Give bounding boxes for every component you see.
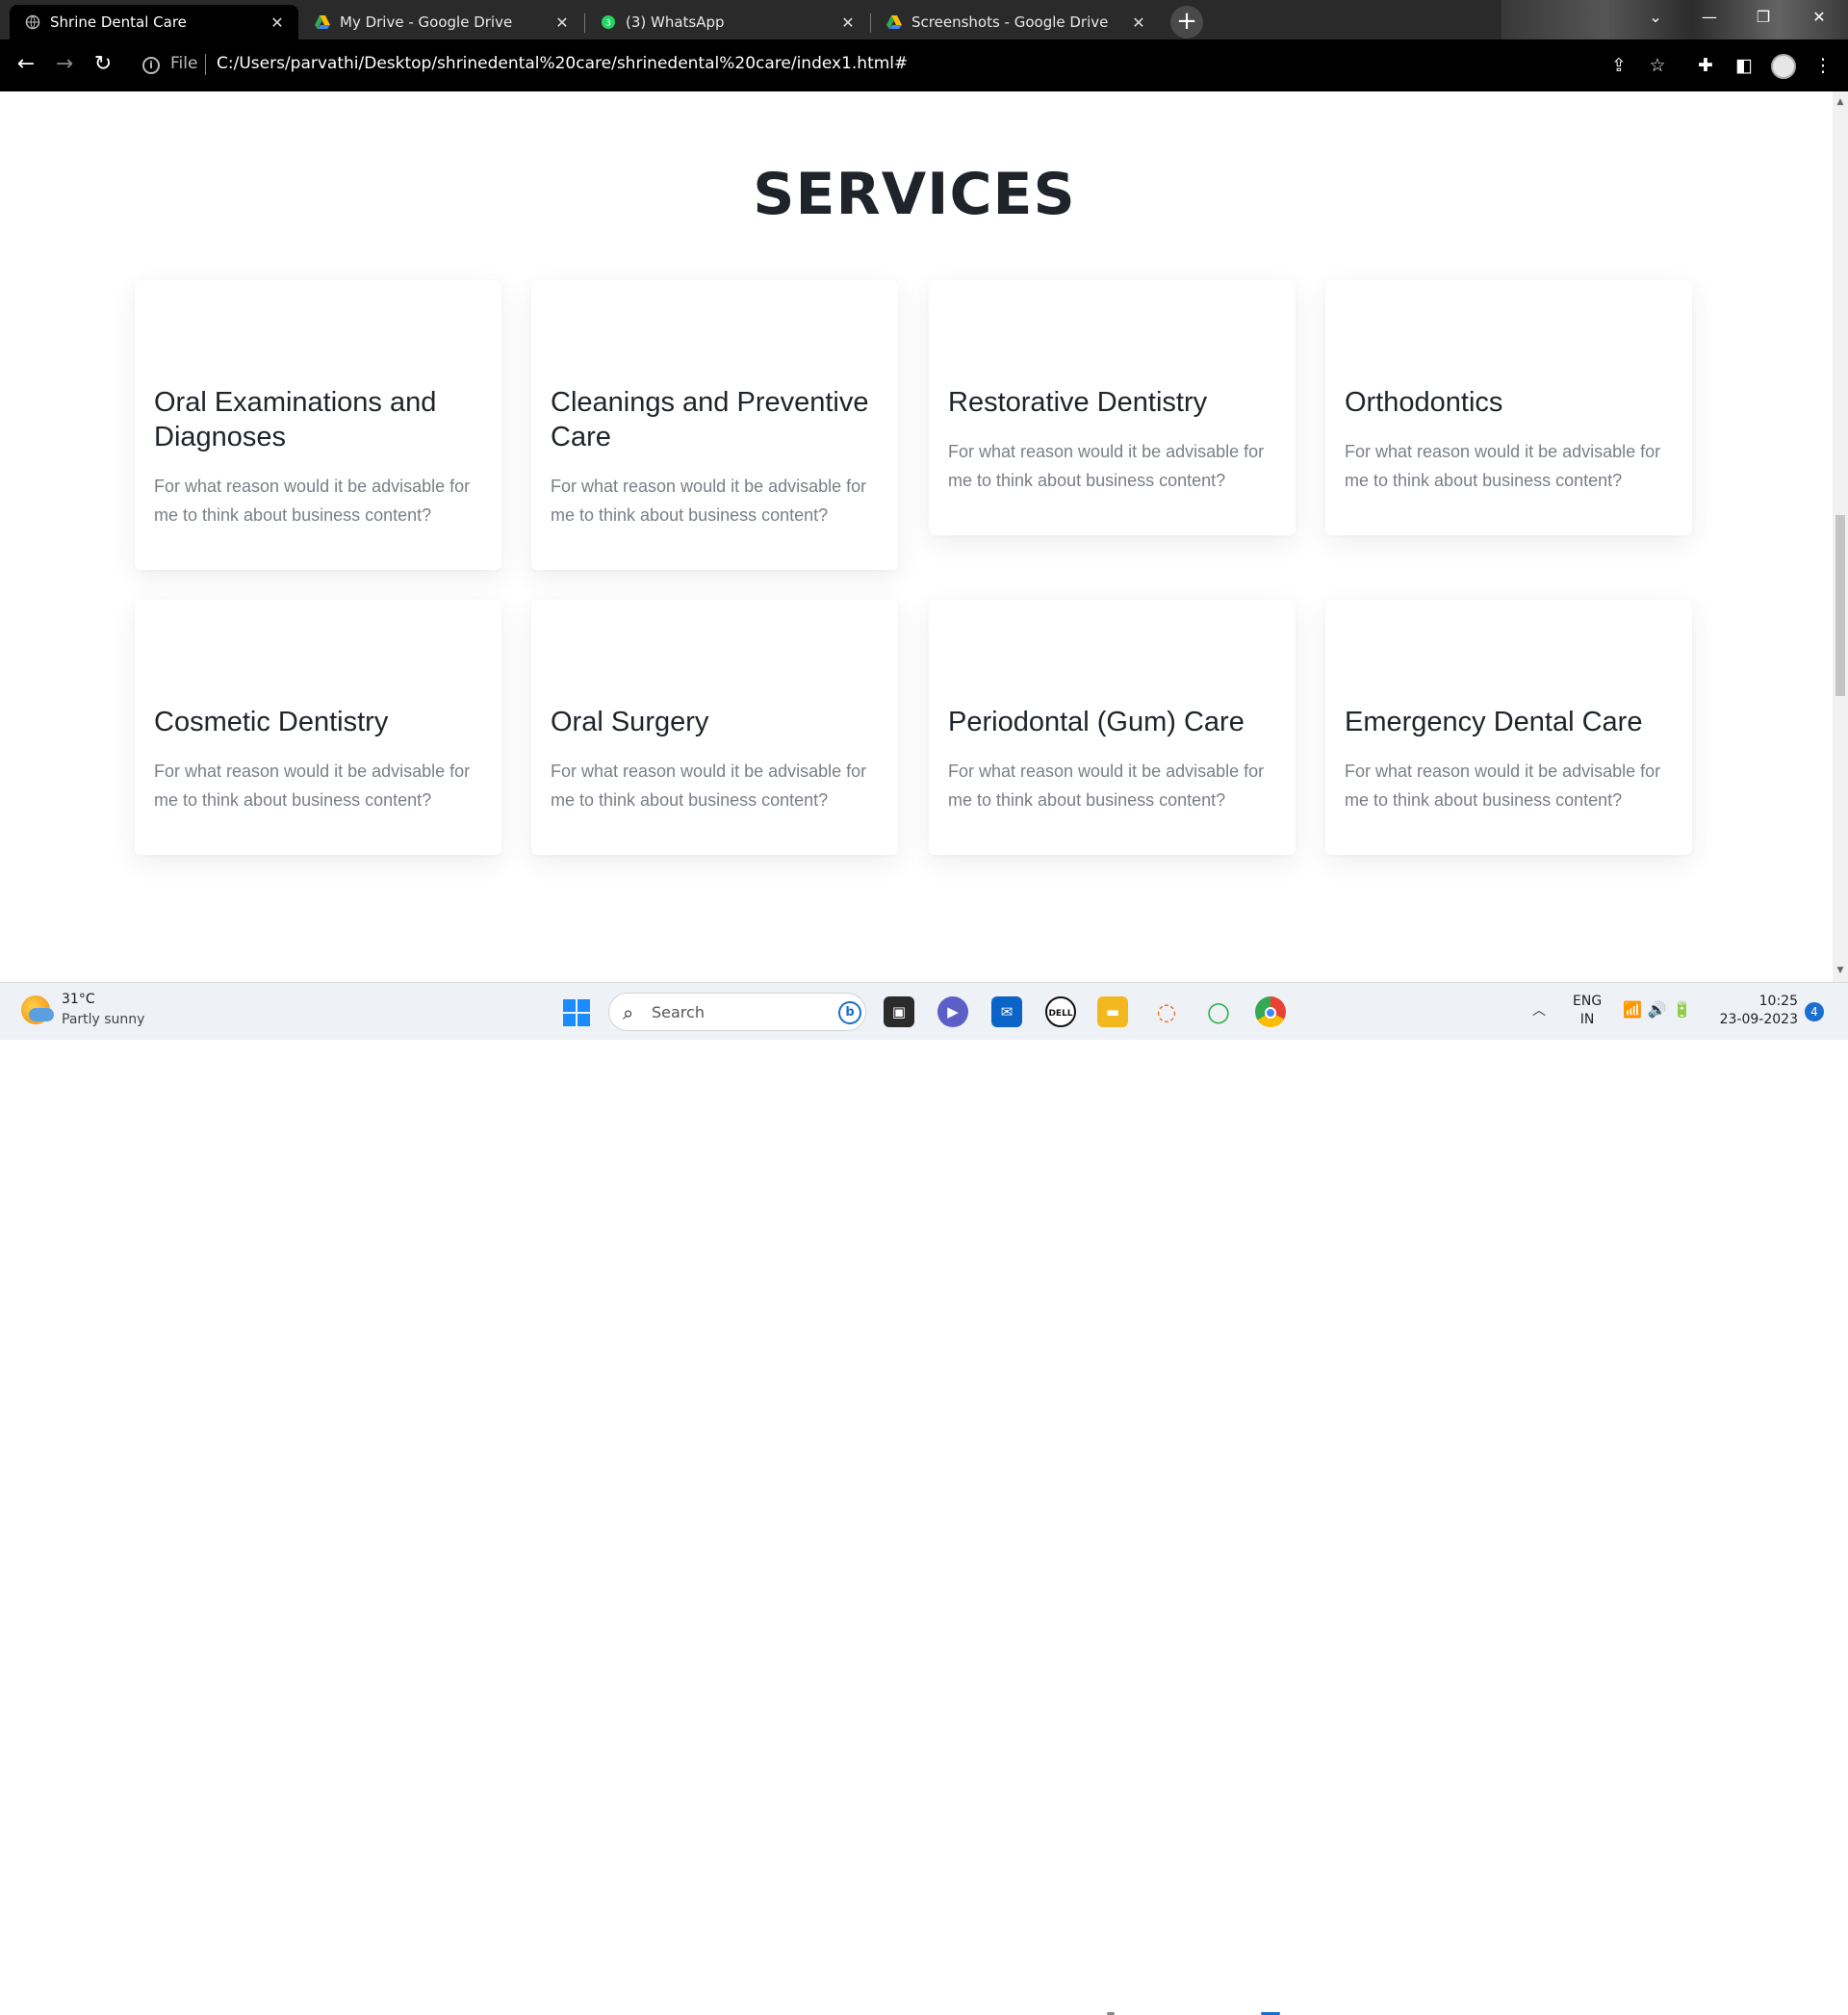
start-windows-icon[interactable]: [563, 999, 590, 1026]
windows-taskbar: 31°C Partly sunny ⌕ Search b ▣ ▶ ✉ DELL …: [0, 982, 1848, 2015]
taskbar-search-box[interactable]: ⌕ Search b: [608, 993, 866, 1031]
service-card-text: For what reason would it be advisable fo…: [551, 477, 867, 525]
service-card-text: For what reason would it be advisable fo…: [948, 762, 1265, 810]
tab-whatsapp[interactable]: 3 (3) WhatsApp ✕: [585, 5, 869, 39]
language-line2: IN: [1579, 1012, 1595, 1027]
service-card-oral-examinations[interactable]: Oral Examinations and Diagnoses For what…: [135, 280, 501, 570]
task-view-icon[interactable]: ▣: [884, 996, 914, 1027]
service-card-oral-surgery[interactable]: Oral Surgery For what reason would it be…: [531, 600, 898, 855]
service-card-text: For what reason would it be advisable fo…: [154, 477, 471, 525]
close-window-icon[interactable]: ✕: [1792, 0, 1846, 35]
reload-icon[interactable]: ↻: [89, 50, 117, 79]
tab-label: Screenshots - Google Drive: [911, 13, 1109, 31]
close-tab-icon[interactable]: ✕: [1131, 13, 1146, 32]
service-card-cosmetic[interactable]: Cosmetic Dentistry For what reason would…: [135, 600, 501, 855]
search-placeholder: Search: [652, 1003, 705, 1021]
page-viewport: SERVICES Oral Examinations and Diagnoses…: [0, 91, 1833, 982]
back-arrow-icon[interactable]: ←: [12, 50, 40, 79]
tab-search-chevron-icon[interactable]: ⌄: [1629, 0, 1682, 35]
teams-chat-icon[interactable]: ▶: [937, 996, 968, 1027]
tab-screenshots-drive[interactable]: Screenshots - Google Drive ✕: [871, 5, 1160, 39]
language-indicator[interactable]: ENG IN: [1573, 993, 1602, 1029]
whatsapp-icon: 3: [602, 15, 615, 29]
service-card-title: Restorative Dentistry: [948, 387, 1208, 418]
notification-badge[interactable]: 4: [1805, 1002, 1824, 1021]
address-bar-url[interactable]: C:/Users/parvathi/Desktop/shrinedental%2…: [217, 54, 908, 73]
tab-label: (3) WhatsApp: [626, 13, 725, 31]
dell-icon[interactable]: DELL: [1045, 996, 1076, 1027]
service-card-title: Emergency Dental Care: [1345, 707, 1643, 737]
restore-icon[interactable]: ❐: [1736, 0, 1790, 35]
minimize-icon[interactable]: —: [1682, 0, 1736, 35]
globe-icon: [25, 14, 40, 30]
service-card-text: For what reason would it be advisable fo…: [948, 442, 1265, 490]
service-card-title: Cosmetic Dentistry: [154, 707, 389, 737]
share-icon[interactable]: ⇪: [1607, 54, 1630, 77]
scroll-up-arrow-icon[interactable]: ▲: [1833, 97, 1848, 107]
service-card-restorative[interactable]: Restorative Dentistry For what reason wo…: [929, 280, 1296, 535]
service-card-title: Cleanings and Preventive Care: [551, 387, 869, 452]
tray-wifi-volume-battery-icons[interactable]: 📶🔊🔋: [1623, 1000, 1698, 1019]
extensions-puzzle-icon[interactable]: ✚: [1694, 54, 1717, 77]
tab-shrine-dental-care[interactable]: Shrine Dental Care ✕: [10, 5, 298, 39]
service-card-title: Orthodontics: [1345, 387, 1503, 418]
service-card-periodontal[interactable]: Periodontal (Gum) Care For what reason w…: [929, 600, 1296, 855]
browser-tab-strip: Shrine Dental Care ✕ My Drive - Google D…: [0, 0, 1848, 39]
system-clock[interactable]: 10:25 23-09-2023: [1713, 993, 1798, 1029]
close-tab-icon[interactable]: ✕: [270, 13, 285, 32]
close-tab-icon[interactable]: ✕: [840, 13, 856, 32]
circular-app-icon[interactable]: ○: [1203, 996, 1234, 1027]
mail-icon[interactable]: ✉: [991, 996, 1022, 1027]
jupyter-icon[interactable]: ◌: [1151, 996, 1182, 1027]
file-explorer-icon[interactable]: ▬: [1097, 996, 1128, 1027]
svg-text:3: 3: [605, 19, 611, 29]
service-card-text: For what reason would it be advisable fo…: [1345, 762, 1661, 810]
weather-condition: Partly sunny: [62, 1012, 145, 1027]
service-card-orthodontics[interactable]: Orthodontics For what reason would it be…: [1325, 280, 1692, 535]
tab-label: My Drive - Google Drive: [340, 13, 513, 31]
info-icon[interactable]: i: [142, 57, 160, 74]
close-tab-icon[interactable]: ✕: [554, 13, 570, 32]
service-card-title: Periodontal (Gum) Care: [948, 707, 1245, 737]
service-card-cleanings[interactable]: Cleanings and Preventive Care For what r…: [531, 280, 898, 570]
search-icon: ⌕: [623, 1001, 634, 1024]
bing-icon[interactable]: b: [838, 1001, 861, 1024]
service-card-text: For what reason would it be advisable fo…: [154, 762, 471, 810]
show-hidden-icons-chevron-icon[interactable]: ︿: [1532, 1000, 1546, 1020]
service-card-title: Oral Surgery: [551, 707, 709, 737]
browser-toolbar: ← → ↻ i File C:/Users/parvathi/Desktop/s…: [0, 39, 1848, 91]
scrollbar-thumb[interactable]: [1835, 515, 1845, 696]
language-line1: ENG: [1573, 994, 1603, 1009]
services-heading: SERVICES: [753, 161, 1076, 228]
service-card-title: Oral Examinations and Diagnoses: [154, 387, 437, 452]
service-card-text: For what reason would it be advisable fo…: [1345, 442, 1661, 490]
weather-temperature: 31°C: [62, 992, 95, 1007]
google-drive-icon: [315, 15, 330, 29]
profile-avatar[interactable]: [1771, 54, 1796, 79]
url-separator: [205, 54, 206, 75]
clock-date: 23-09-2023: [1719, 1012, 1798, 1027]
url-scheme-label: File: [170, 54, 198, 73]
more-menu-icon[interactable]: ⋮: [1811, 54, 1835, 77]
google-drive-icon: [886, 15, 902, 29]
service-card-emergency[interactable]: Emergency Dental Care For what reason wo…: [1325, 600, 1692, 855]
tab-label: Shrine Dental Care: [50, 13, 187, 31]
cloud-icon: [29, 1008, 54, 1021]
tab-my-drive[interactable]: My Drive - Google Drive ✕: [299, 5, 583, 39]
chrome-icon[interactable]: [1255, 996, 1286, 1027]
forward-arrow-icon[interactable]: →: [50, 50, 79, 79]
vertical-scrollbar[interactable]: ▲ ▼: [1833, 91, 1848, 982]
side-panel-icon[interactable]: ◧: [1732, 54, 1756, 77]
clock-time: 10:25: [1758, 994, 1798, 1009]
bookmark-star-icon[interactable]: ☆: [1646, 54, 1669, 77]
new-tab-button[interactable]: +: [1170, 6, 1203, 39]
service-card-text: For what reason would it be advisable fo…: [551, 762, 867, 810]
scroll-down-arrow-icon[interactable]: ▼: [1833, 966, 1848, 975]
